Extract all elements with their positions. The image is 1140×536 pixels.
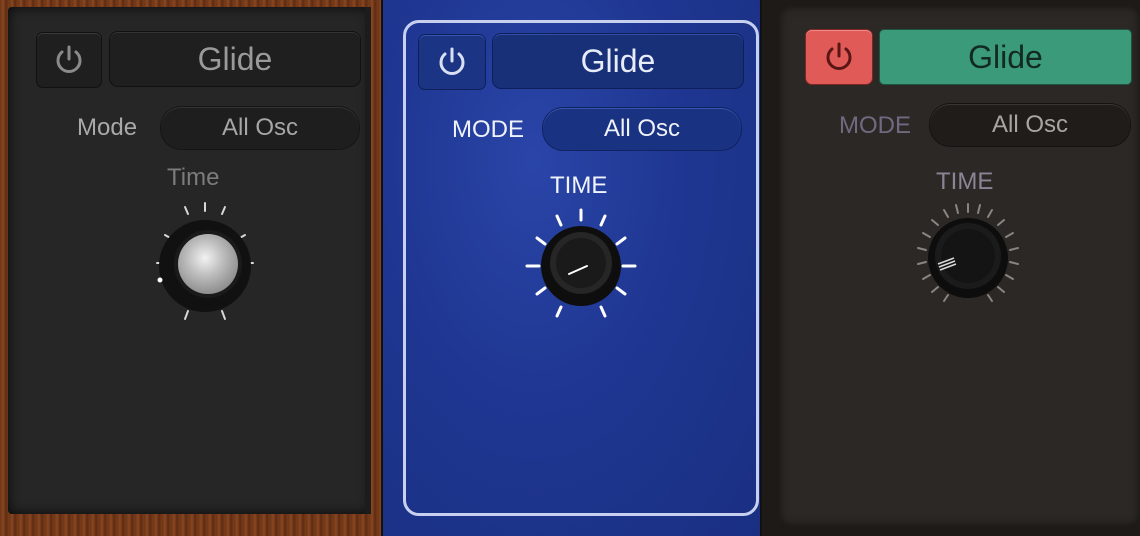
time-knob[interactable]	[910, 200, 1026, 316]
glide-panel-3: Glide MODE All Osc TIME	[762, 0, 1140, 536]
mode-label: Mode	[77, 114, 138, 141]
power-icon	[56, 45, 82, 73]
mode-select[interactable]: All Osc	[161, 107, 359, 149]
time-knob[interactable]	[140, 198, 270, 328]
glide-title-button[interactable]: Glide	[493, 34, 743, 88]
glide-title-button[interactable]: Glide	[110, 32, 360, 86]
knob-indicator	[157, 277, 163, 283]
mode-label: MODE	[839, 112, 911, 139]
time-label: Time	[167, 164, 220, 191]
power-button[interactable]	[806, 30, 872, 84]
mode-label: MODE	[452, 116, 524, 143]
time-label: TIME	[550, 172, 608, 199]
mode-select[interactable]: All Osc	[543, 108, 741, 150]
glide-panel-2: Glide MODE All Osc TIME	[383, 0, 760, 536]
glide-panel-1: Glide Mode All Osc Time	[0, 0, 381, 536]
power-icon	[826, 42, 852, 70]
time-label: TIME	[936, 168, 994, 195]
mode-select[interactable]: All Osc	[930, 104, 1130, 146]
glide-title-button[interactable]: Glide	[880, 30, 1131, 84]
power-button[interactable]	[419, 35, 485, 89]
knob-cap	[178, 234, 238, 294]
time-knob[interactable]	[523, 208, 639, 324]
power-button[interactable]	[37, 33, 101, 87]
power-icon	[439, 47, 465, 75]
